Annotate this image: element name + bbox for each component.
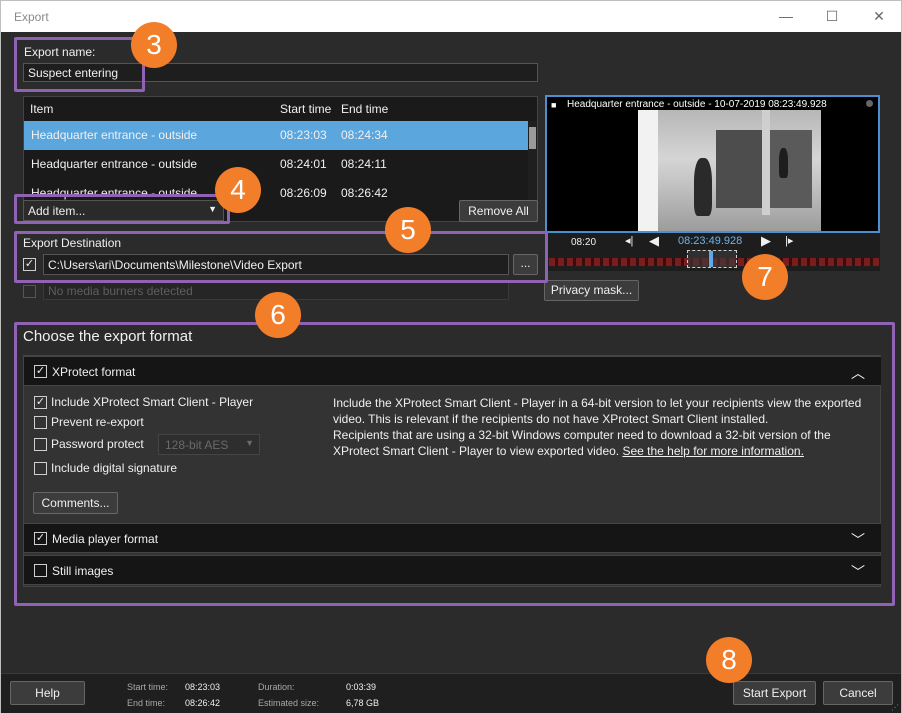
maximize-icon[interactable]: ☐ [809, 1, 855, 32]
item-end: 08:24:11 [341, 157, 387, 171]
timeline-playhead[interactable] [709, 251, 713, 267]
privacy-mask-button[interactable]: Privacy mask... [544, 280, 639, 301]
scrollbar-thumb[interactable] [529, 127, 536, 149]
callout-add-item [14, 194, 230, 224]
item-start: 08:24:01 [280, 157, 327, 171]
frame-pillar [762, 110, 770, 215]
export-dialog: Export name: Suspect entering Item Start… [0, 22, 902, 713]
resize-grip-icon[interactable]: ⋰ [891, 703, 899, 712]
column-end-time[interactable]: End time [341, 102, 388, 116]
camera-frame [638, 110, 821, 231]
window-title: Export [14, 10, 49, 24]
media-burner-checkbox[interactable] [23, 285, 36, 298]
play-backward-icon[interactable]: ◀ [649, 233, 659, 249]
help-button[interactable]: Help [10, 681, 85, 705]
column-item[interactable]: Item [30, 102, 53, 116]
estimated-size-key: Estimated size: [258, 698, 320, 708]
callout-export-format [14, 322, 895, 606]
start-time-value: 08:23:03 [185, 682, 221, 692]
preview-caption: Headquarter entrance - outside - 10-07-2… [567, 99, 827, 110]
frame-person [779, 148, 788, 178]
callout-export-name [14, 37, 145, 92]
start-time-key: Start time: [127, 682, 169, 692]
callout-destination [14, 231, 548, 283]
frame-door [770, 130, 812, 208]
video-preview[interactable]: ■ Headquarter entrance - outside - 10-07… [545, 95, 880, 233]
current-time: 08:23:49.928 [678, 235, 743, 247]
playback-timeline[interactable]: 08:20 ◂| ◀ 08:23:49.928 ▶ |▸ [545, 233, 880, 271]
frame-pillar [638, 110, 658, 231]
frame-door [716, 130, 762, 208]
item-name: Headquarter entrance - outside [31, 128, 198, 142]
item-name: Headquarter entrance - outside [31, 157, 198, 171]
step-badge: 7 [742, 254, 788, 300]
list-item[interactable]: Headquarter entrance - outside 08:23:03 … [24, 121, 529, 150]
cancel-button[interactable]: Cancel [823, 681, 893, 705]
status-dot-icon [866, 100, 873, 107]
step-badge: 6 [255, 292, 301, 338]
list-header: Item Start time End time [24, 97, 537, 121]
item-end: 08:26:42 [341, 186, 388, 200]
end-time-key: End time: [127, 698, 166, 708]
column-start-time[interactable]: Start time [280, 102, 331, 116]
minimize-icon[interactable]: — [763, 1, 809, 32]
list-item[interactable]: Headquarter entrance - outside 08:24:01 … [24, 150, 529, 179]
frame-person [694, 158, 712, 216]
previous-sequence-icon[interactable]: ◂| [625, 234, 633, 247]
dialog-footer: Help Start time: 08:23:03 End time: 08:2… [1, 673, 901, 713]
timeline-tick-label: 08:20 [571, 237, 597, 248]
next-sequence-icon[interactable]: |▸ [785, 234, 793, 247]
duration-value: 0:03:39 [346, 682, 377, 692]
end-time-value: 08:26:42 [185, 698, 221, 708]
step-badge: 5 [385, 207, 431, 253]
title-bar: Export — ☐ ✕ [0, 0, 902, 32]
item-start: 08:23:03 [280, 128, 327, 142]
camera-icon: ■ [551, 100, 557, 110]
step-badge: 4 [215, 167, 261, 213]
start-export-button[interactable]: Start Export [733, 681, 816, 705]
item-start: 08:26:09 [280, 186, 327, 200]
close-icon[interactable]: ✕ [856, 1, 902, 32]
remove-all-button[interactable]: Remove All [459, 200, 538, 222]
duration-key: Duration: [258, 682, 295, 692]
step-badge: 3 [131, 22, 177, 68]
item-end: 08:24:34 [341, 128, 388, 142]
play-forward-icon[interactable]: ▶ [761, 233, 771, 249]
step-badge: 8 [706, 637, 752, 683]
estimated-size-value: 6,78 GB [346, 698, 380, 708]
